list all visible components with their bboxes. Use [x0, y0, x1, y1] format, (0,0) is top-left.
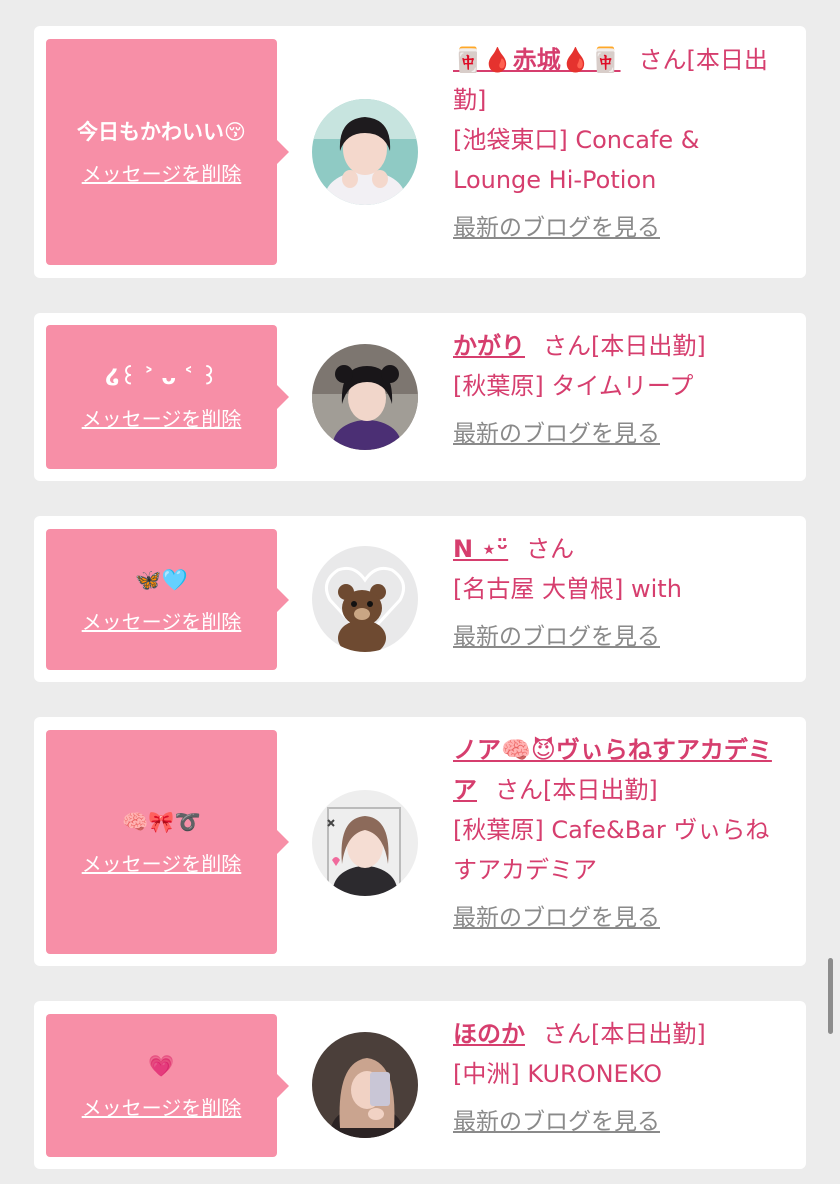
shop-name: [中洲] KURONEKO — [453, 1060, 663, 1088]
cast-info: 🀄🩸赤城🩸🀄 さん[本日出勤] [池袋東口] Concafe & Lounge H… — [453, 40, 793, 247]
list-item: 💗 メッセージを削除 ほのか さん[本日出勤] [中洲] KURONEKO 最新の… — [34, 1001, 806, 1169]
latest-blog-link[interactable]: 最新のブログを見る — [453, 902, 660, 934]
message-text: 🦋🩵 — [135, 567, 188, 592]
latest-blog-link[interactable]: 最新のブログを見る — [453, 418, 660, 450]
list-item: ໒꒰ ˃ ᴗ ˂ ꒱ メッセージを削除 かがり さん[本日出勤] [秋葉原] タイ… — [34, 313, 806, 481]
message-bubble: 今日もかわいい😚 メッセージを削除 — [46, 39, 289, 265]
delete-message-link[interactable]: メッセージを削除 — [82, 851, 242, 877]
message-bubble: 🧠🎀➰ メッセージを削除 — [46, 730, 289, 954]
list-item: 今日もかわいい😚 メッセージを削除 🀄🩸赤城🩸🀄 さん[本日出勤] [池袋東口] … — [34, 26, 806, 278]
delete-message-link[interactable]: メッセージを削除 — [82, 609, 242, 635]
avatar[interactable] — [312, 790, 418, 896]
message-text: ໒꒰ ˃ ᴗ ˂ ꒱ — [105, 365, 218, 389]
shop-name: [池袋東口] Concafe & Lounge Hi-Potion — [453, 126, 700, 194]
list-item: 🧠🎀➰ メッセージを削除 ノア🧠😈ヴぃらねすアカデミア さん[本日出勤] [秋葉原… — [34, 717, 806, 966]
cast-suffix: さん[本日出勤] — [495, 776, 658, 804]
cast-info: ほのか さん[本日出勤] [中洲] KURONEKO 最新のブログを見る — [453, 1014, 793, 1141]
avatar[interactable] — [312, 546, 418, 652]
avatar[interactable] — [312, 344, 418, 450]
cast-info: ノア🧠😈ヴぃらねすアカデミア さん[本日出勤] [秋葉原] Cafe&Bar ヴぃ… — [453, 730, 793, 937]
message-bubble: ໒꒰ ˃ ᴗ ˂ ꒱ メッセージを削除 — [46, 325, 289, 469]
cast-suffix: さん[本日出勤] — [543, 1020, 706, 1048]
message-bubble: 🦋🩵 メッセージを削除 — [46, 529, 289, 670]
latest-blog-link[interactable]: 最新のブログを見る — [453, 212, 660, 244]
cast-info: N ⋆ᵕ̈ さん [名古屋 大曽根] with 最新のブログを見る — [453, 529, 793, 656]
list-item: 🦋🩵 メッセージを削除 N ⋆ᵕ̈ さん [名古屋 大曽根] with 最新のブロ… — [34, 516, 806, 682]
delete-message-link[interactable]: メッセージを削除 — [82, 406, 242, 432]
cast-name-link[interactable]: N ⋆ᵕ̈ — [453, 535, 508, 563]
latest-blog-link[interactable]: 最新のブログを見る — [453, 621, 660, 653]
shop-name: [名古屋 大曽根] with — [453, 575, 682, 603]
cast-suffix: さん[本日出勤] — [543, 332, 706, 360]
cast-info: かがり さん[本日出勤] [秋葉原] タイムリープ 最新のブログを見る — [453, 326, 793, 453]
avatar[interactable] — [312, 99, 418, 205]
delete-message-link[interactable]: メッセージを削除 — [82, 161, 242, 187]
message-bubble: 💗 メッセージを削除 — [46, 1014, 289, 1157]
cast-name-link[interactable]: かがり — [453, 332, 525, 360]
message-text: 今日もかわいい😚 — [77, 120, 246, 144]
shop-name: [秋葉原] タイムリープ — [453, 372, 694, 400]
message-text: 🧠🎀➰ — [122, 810, 201, 834]
message-text: 💗 — [148, 1053, 175, 1078]
scrollbar-thumb[interactable] — [828, 958, 833, 1034]
shop-name: [秋葉原] Cafe&Bar ヴぃらねすアカデミア — [453, 816, 770, 884]
cast-name-link[interactable]: 🀄🩸赤城🩸🀄 — [453, 46, 621, 74]
cast-name-link[interactable]: ほのか — [453, 1020, 525, 1048]
avatar[interactable] — [312, 1032, 418, 1138]
cast-suffix: さん — [526, 535, 575, 563]
delete-message-link[interactable]: メッセージを削除 — [82, 1095, 242, 1121]
latest-blog-link[interactable]: 最新のブログを見る — [453, 1106, 660, 1138]
